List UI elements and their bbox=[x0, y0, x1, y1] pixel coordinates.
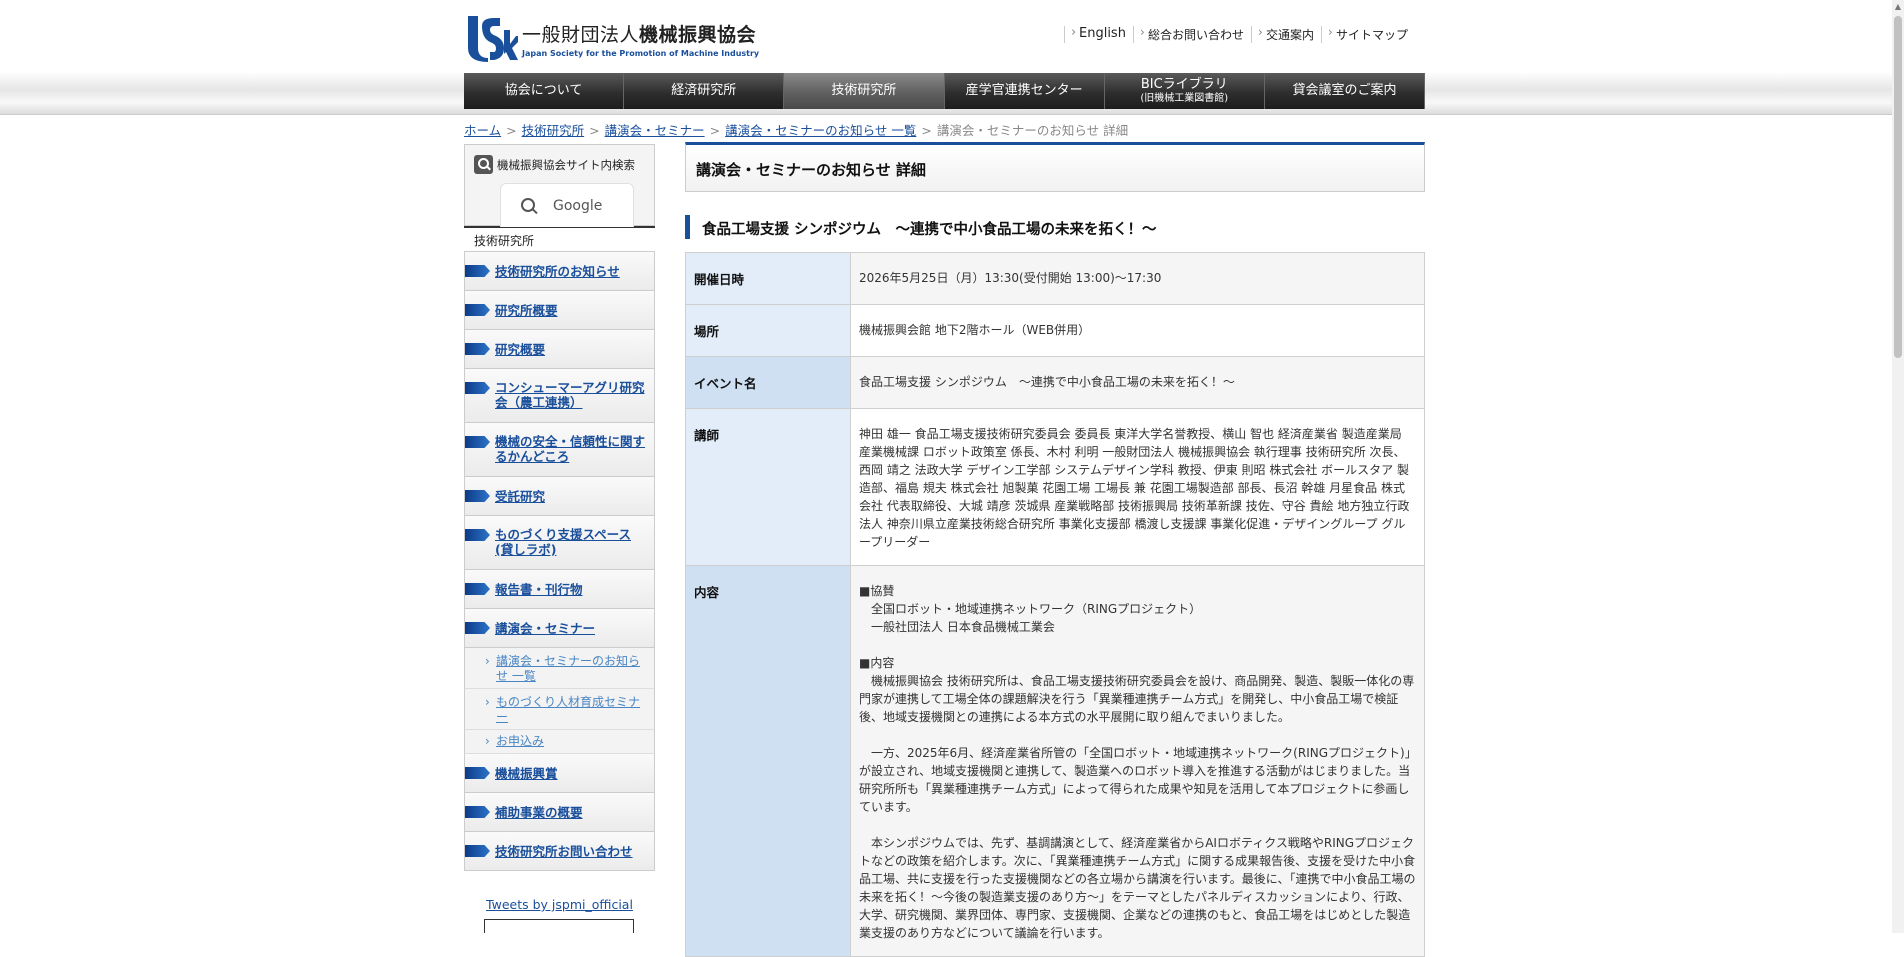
event-detail-table: 開催日時 2026年5月25日（月）13:30(受付開始 13:00)～17:3… bbox=[685, 252, 1425, 957]
table-row: 場所 機械振興会館 地下2階ホール（WEB併用） bbox=[685, 304, 1425, 357]
logo-prefix: 一般財団法人 bbox=[522, 24, 640, 46]
tweets-link[interactable]: Tweets by jspmi_official bbox=[486, 897, 633, 912]
content-heading: ■内容 bbox=[859, 656, 895, 670]
breadcrumb-current: 講演会・セミナーのお知らせ 詳細 bbox=[936, 123, 1129, 138]
site-search: 機械振興協会サイト内検索 Google bbox=[464, 144, 655, 227]
nav-item-industry-academia[interactable]: 産学官連携センター bbox=[944, 73, 1105, 109]
speaker-label: 講師 bbox=[685, 408, 851, 566]
sidebar-item-institute-overview[interactable]: 研究所概要 bbox=[464, 291, 655, 330]
tweets-widget: Tweets by jspmi_official bbox=[464, 897, 655, 912]
table-row: イベント名 食品工場支援 シンポジウム ～連携で中小食品工場の未来を拓く！～ bbox=[685, 356, 1425, 409]
speaker-value: 神田 雄一 食品工場支援技術研究委員会 委員長 東洋大学名誉教授、横山 智也 経… bbox=[850, 408, 1425, 566]
contact-link[interactable]: 総合お問い合わせ bbox=[1132, 25, 1251, 43]
global-nav: 協会について 経済研究所 技術研究所 産学官連携センター BICライブラリ (旧機… bbox=[464, 73, 1426, 109]
sidebar-subitem-hr-seminar[interactable]: ものづくり人材育成セミナー bbox=[464, 689, 655, 730]
table-row: 内容 ■協賛 全国ロボット・地域連携ネットワーク（RINGプロジェクト） 一般社… bbox=[685, 565, 1425, 957]
sidebar-item-contact[interactable]: 技術研究所お問い合わせ bbox=[464, 832, 655, 871]
cosponsor-2: 一般社団法人 日本食品機械工業会 bbox=[859, 620, 1055, 634]
content-paragraph-3: 本シンポジウムでは、先ず、基調講演として、経済産業省からAIロボティクス戦略やR… bbox=[859, 836, 1416, 940]
sidebar-item-news[interactable]: 技術研究所のお知らせ bbox=[464, 252, 655, 291]
sidebar-subitem-apply[interactable]: お申込み bbox=[464, 730, 655, 754]
logo-english-name: Japan Society for the Promotion of Machi… bbox=[522, 49, 760, 58]
nav-item-bic-library[interactable]: BICライブラリ (旧機械工業図書館) bbox=[1104, 73, 1265, 109]
scroll-up-icon[interactable]: ▲ bbox=[1892, 0, 1904, 14]
google-label: Google bbox=[553, 197, 603, 214]
access-link[interactable]: 交通案内 bbox=[1250, 25, 1321, 43]
sidebar-section-title: 技術研究所 bbox=[464, 226, 655, 252]
date-value: 2026年5月25日（月）13:30(受付開始 13:00)～17:30 bbox=[850, 252, 1425, 305]
tweet-embed bbox=[484, 919, 634, 933]
breadcrumb-tech-research[interactable]: 技術研究所 bbox=[522, 123, 585, 138]
cosponsor-1: 全国ロボット・地域連携ネットワーク（RINGプロジェクト） bbox=[859, 602, 1202, 616]
sidebar-item-subsidy[interactable]: 補助事業の概要 bbox=[464, 793, 655, 832]
page-scrollbar[interactable]: ▲ bbox=[1892, 0, 1904, 933]
nav-item-meeting-rooms[interactable]: 貸会議室のご案内 bbox=[1264, 73, 1426, 109]
breadcrumb-home[interactable]: ホーム bbox=[464, 123, 501, 138]
main-content: 講演会・セミナーのお知らせ 詳細 食品工場支援 シンポジウム ～連携で中小食品工… bbox=[685, 142, 1425, 957]
site-header: 一般財団法人機械振興協会 Japan Society for the Promo… bbox=[0, 0, 1904, 73]
sidebar: 機械振興協会サイト内検索 Google 技術研究所 技術研究所のお知らせ 研究所… bbox=[464, 144, 655, 871]
sidebar-subitem-seminar-list[interactable]: 講演会・セミナーのお知らせ 一覧 bbox=[464, 648, 655, 689]
place-value: 機械振興会館 地下2階ホール（WEB併用） bbox=[850, 304, 1425, 357]
content-label: 内容 bbox=[685, 565, 851, 957]
sidebar-item-machine-safety[interactable]: 機械の安全・信頼性に関するかんどころ bbox=[464, 423, 655, 477]
breadcrumb-seminars[interactable]: 講演会・セミナー bbox=[605, 123, 705, 138]
search-title: 機械振興協会サイト内検索 bbox=[497, 157, 635, 172]
scrollbar-thumb[interactable] bbox=[1894, 16, 1902, 358]
utility-nav: English 総合お問い合わせ 交通案内 サイトマップ bbox=[1064, 25, 1415, 43]
nav-item-economic-research[interactable]: 経済研究所 bbox=[624, 73, 785, 109]
table-row: 開催日時 2026年5月25日（月）13:30(受付開始 13:00)～17:3… bbox=[685, 252, 1425, 305]
table-row: 講師 神田 雄一 食品工場支援技術研究委員会 委員長 東洋大学名誉教授、横山 智… bbox=[685, 408, 1425, 566]
english-link[interactable]: English bbox=[1064, 25, 1133, 43]
sidebar-item-rental-lab[interactable]: ものづくり支援スペース(貸しラボ) bbox=[464, 516, 655, 570]
event-name-value: 食品工場支援 シンポジウム ～連携で中小食品工場の未来を拓く！～ bbox=[850, 356, 1425, 409]
sidebar-item-publications[interactable]: 報告書・刊行物 bbox=[464, 570, 655, 609]
sidebar-item-machine-award[interactable]: 機械振興賞 bbox=[464, 754, 655, 793]
google-search-icon bbox=[519, 196, 539, 216]
cosponsor-heading: ■協賛 bbox=[859, 584, 895, 598]
site-logo[interactable]: 一般財団法人機械振興協会 Japan Society for the Promo… bbox=[464, 14, 759, 64]
sidebar-item-research-overview[interactable]: 研究概要 bbox=[464, 330, 655, 369]
sidebar-item-contract-research[interactable]: 受託研究 bbox=[464, 477, 655, 516]
nav-item-about[interactable]: 協会について bbox=[464, 73, 625, 109]
event-name-label: イベント名 bbox=[685, 356, 851, 409]
event-heading: 食品工場支援 シンポジウム ～連携で中小食品工場の未来を拓く！～ bbox=[685, 215, 1157, 239]
content-paragraph-2: 一方、2025年6月、経済産業省所管の「全国ロボット・地域連携ネットワーク(RI… bbox=[859, 746, 1411, 814]
date-label: 開催日時 bbox=[685, 252, 851, 305]
content-value: ■協賛 全国ロボット・地域連携ネットワーク（RINGプロジェクト） 一般社団法人… bbox=[850, 565, 1425, 957]
search-icon bbox=[474, 155, 493, 174]
sidebar-item-consumer-agri[interactable]: コンシューマーアグリ研究会（農工連携） bbox=[464, 369, 655, 423]
breadcrumb: ホーム > 技術研究所 > 講演会・セミナー > 講演会・セミナーのお知らせ 一覧 > 講演会・… bbox=[464, 123, 1129, 138]
content-paragraph-1: 機械振興協会 技術研究所は、食品工場支援技術研究委員会を設け、商品開発、製造、製… bbox=[859, 674, 1415, 724]
jsmi-logo-icon bbox=[468, 16, 518, 62]
page-title: 講演会・セミナーのお知らせ 詳細 bbox=[685, 142, 1425, 192]
breadcrumb-seminar-list[interactable]: 講演会・セミナーのお知らせ 一覧 bbox=[725, 123, 916, 138]
place-label: 場所 bbox=[685, 304, 851, 357]
logo-org-name: 機械振興協会 bbox=[639, 24, 757, 46]
sitemap-link[interactable]: サイトマップ bbox=[1320, 25, 1415, 43]
nav-item-technical-research[interactable]: 技術研究所 bbox=[784, 73, 945, 109]
google-search-input[interactable]: Google bbox=[500, 183, 634, 227]
logo-name: 一般財団法人機械振興協会 bbox=[522, 20, 759, 47]
sidebar-item-seminars[interactable]: 講演会・セミナー bbox=[464, 609, 655, 648]
